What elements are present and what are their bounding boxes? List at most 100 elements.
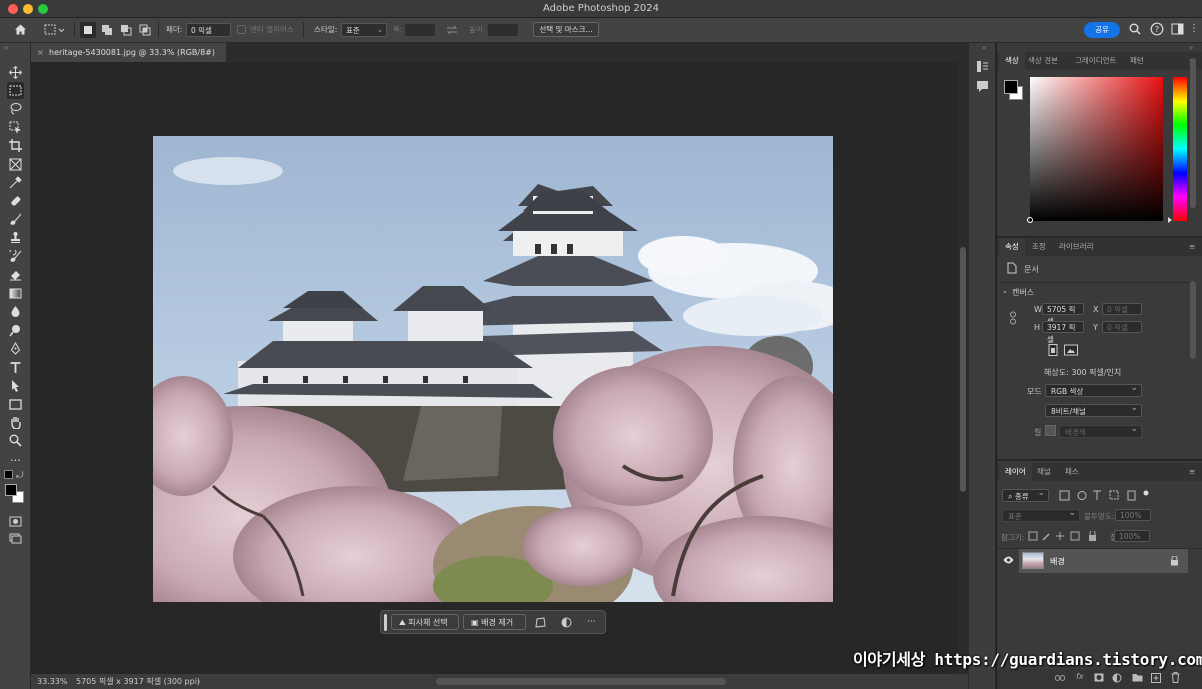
history-brush-tool-icon[interactable] (7, 248, 24, 265)
path-selection-tool-icon[interactable] (7, 377, 24, 394)
canvas-y-input[interactable]: 0 픽셀 (1102, 321, 1142, 333)
style-select[interactable]: 표준 ⌄ (341, 23, 387, 37)
layer-filter-icons[interactable] (1059, 490, 1149, 501)
canvas-width-input[interactable]: 5705 픽셀 (1042, 303, 1084, 326)
tab-adjustments[interactable]: 조정 (1032, 238, 1046, 256)
tab-properties[interactable]: 속성 (999, 238, 1025, 256)
anti-alias-checkbox[interactable] (237, 25, 246, 34)
spot-healing-tool-icon[interactable] (7, 193, 24, 210)
bit-depth-select[interactable]: 8비트/채널 (1045, 402, 1142, 417)
help-icon[interactable]: ? (1150, 22, 1164, 36)
quick-mask-icon[interactable] (7, 513, 24, 530)
default-colors-icon[interactable] (4, 470, 13, 479)
collapse-strip-icon[interactable]: « (982, 44, 986, 52)
adjustment-icon[interactable] (561, 617, 572, 628)
comments-panel-icon[interactable] (976, 80, 989, 93)
document-canvas[interactable] (153, 136, 833, 602)
lock-options-icons[interactable] (1028, 531, 1103, 542)
color-mode-select[interactable]: RGB 색상 (1045, 382, 1142, 397)
move-tool-icon[interactable] (7, 64, 24, 81)
tab-paths[interactable]: 패스 (1065, 463, 1079, 481)
swap-width-height-icon[interactable] (446, 24, 458, 36)
layer-lock-icon[interactable] (1170, 556, 1179, 566)
layer-row[interactable]: 배경 (1019, 549, 1188, 573)
search-icon[interactable] (1129, 23, 1141, 35)
tab-gradients[interactable]: 그레이디언트 (1075, 52, 1116, 70)
new-selection-button[interactable] (80, 22, 96, 38)
layer-name[interactable]: 배경 (1050, 556, 1065, 567)
properties-scrollbar[interactable] (1190, 281, 1196, 359)
panel-menu-icon[interactable]: ≡ (1189, 238, 1195, 256)
screen-mode-icon[interactable] (7, 530, 24, 547)
layer-effects-icon[interactable]: fx (1076, 672, 1084, 681)
canvas-x-input[interactable]: 0 픽셀 (1102, 303, 1142, 315)
lasso-tool-icon[interactable] (7, 100, 24, 117)
gradient-tool-icon[interactable] (7, 285, 24, 302)
canvas-section-toggle-icon[interactable]: ⌄ (1002, 287, 1008, 295)
tab-swatches[interactable]: 색상 견본 (1028, 52, 1058, 70)
blend-mode-select[interactable]: 표준 (1002, 507, 1080, 522)
zoom-tool-icon[interactable] (7, 432, 24, 449)
status-info-arrow[interactable]: › (197, 674, 200, 689)
workspace-icon[interactable] (1171, 23, 1184, 35)
object-selection-tool-icon[interactable] (7, 119, 24, 136)
feather-input[interactable]: 0 픽셀 (186, 23, 231, 37)
close-tab-icon[interactable]: × (37, 43, 44, 62)
more-tools-icon[interactable]: ··· (7, 452, 24, 469)
subtract-selection-icon[interactable] (120, 24, 132, 36)
fill-swatch[interactable] (1045, 425, 1056, 436)
link-layers-icon[interactable] (1055, 674, 1065, 682)
collapse-panels-icon[interactable]: » (1189, 44, 1193, 52)
new-group-icon[interactable] (1132, 673, 1143, 682)
link-icon[interactable] (1009, 311, 1017, 325)
frame-tool-icon[interactable] (7, 156, 24, 173)
color-panel-scrollbar[interactable] (1190, 58, 1196, 208)
hand-tool-icon[interactable] (7, 414, 24, 431)
dodge-tool-icon[interactable] (7, 322, 24, 339)
fill-opacity-input[interactable]: 100% (1114, 530, 1150, 542)
select-subject-button[interactable]: ⛰ 피사체 선택 (391, 614, 459, 630)
eyedropper-tool-icon[interactable] (7, 174, 24, 191)
add-mask-icon[interactable] (1094, 673, 1104, 682)
new-layer-icon[interactable] (1151, 673, 1161, 683)
marquee-preset-icon[interactable] (44, 24, 66, 36)
foreground-color-swatch[interactable] (5, 484, 17, 496)
hue-slider-handle[interactable] (1168, 217, 1172, 223)
tab-patterns[interactable]: 패턴 (1130, 52, 1144, 70)
home-icon[interactable] (14, 23, 27, 36)
history-panel-icon[interactable] (976, 60, 989, 73)
share-button[interactable]: 공유 (1084, 22, 1120, 38)
drag-handle[interactable] (384, 614, 387, 631)
menu-dots-icon[interactable]: ⋮ (1189, 22, 1199, 36)
transform-icon[interactable] (535, 617, 546, 628)
rectangle-tool-icon[interactable] (7, 396, 24, 413)
rectangular-marquee-tool-icon[interactable] (7, 82, 24, 99)
crop-tool-icon[interactable] (7, 137, 24, 154)
collapse-arrows-icon[interactable]: » (4, 44, 8, 52)
swap-colors-icon[interactable]: ⤾ (16, 471, 24, 481)
tab-libraries[interactable]: 라이브러리 (1059, 238, 1094, 256)
color-field[interactable] (1030, 77, 1163, 221)
height-input[interactable] (487, 23, 519, 37)
hue-slider[interactable] (1173, 77, 1187, 221)
landscape-orientation-icon[interactable] (1064, 344, 1078, 356)
canvas-height-input[interactable]: 3917 픽셀 (1042, 321, 1084, 344)
layer-filter-select[interactable]: ⌕ 종류 (1002, 487, 1049, 502)
color-picker-handle[interactable] (1027, 217, 1033, 223)
foreground-color-chip[interactable] (1004, 80, 1018, 94)
tab-channels[interactable]: 채널 (1037, 463, 1051, 481)
remove-background-button[interactable]: ▣ 배경 제거 (463, 614, 526, 630)
vertical-scrollbar[interactable] (960, 247, 966, 492)
pen-tool-icon[interactable] (7, 340, 24, 357)
blur-tool-icon[interactable] (7, 303, 24, 320)
tab-layers[interactable]: 레이어 (999, 463, 1032, 481)
portrait-orientation-icon[interactable] (1047, 344, 1059, 356)
opacity-input[interactable]: 100% (1115, 509, 1151, 521)
layer-visibility-eye-icon[interactable] (1003, 556, 1014, 564)
brush-tool-icon[interactable] (7, 211, 24, 228)
canvas-workspace[interactable]: ⛰ 피사체 선택 ▣ 배경 제거 ··· (31, 62, 968, 674)
fill-select[interactable]: 배경색 (1059, 423, 1142, 438)
panel-menu-icon[interactable]: ≡ (1189, 463, 1195, 481)
type-tool-icon[interactable] (7, 359, 24, 376)
document-tab[interactable]: × heritage-5430081.jpg @ 33.3% (RGB/8#) (31, 43, 226, 62)
